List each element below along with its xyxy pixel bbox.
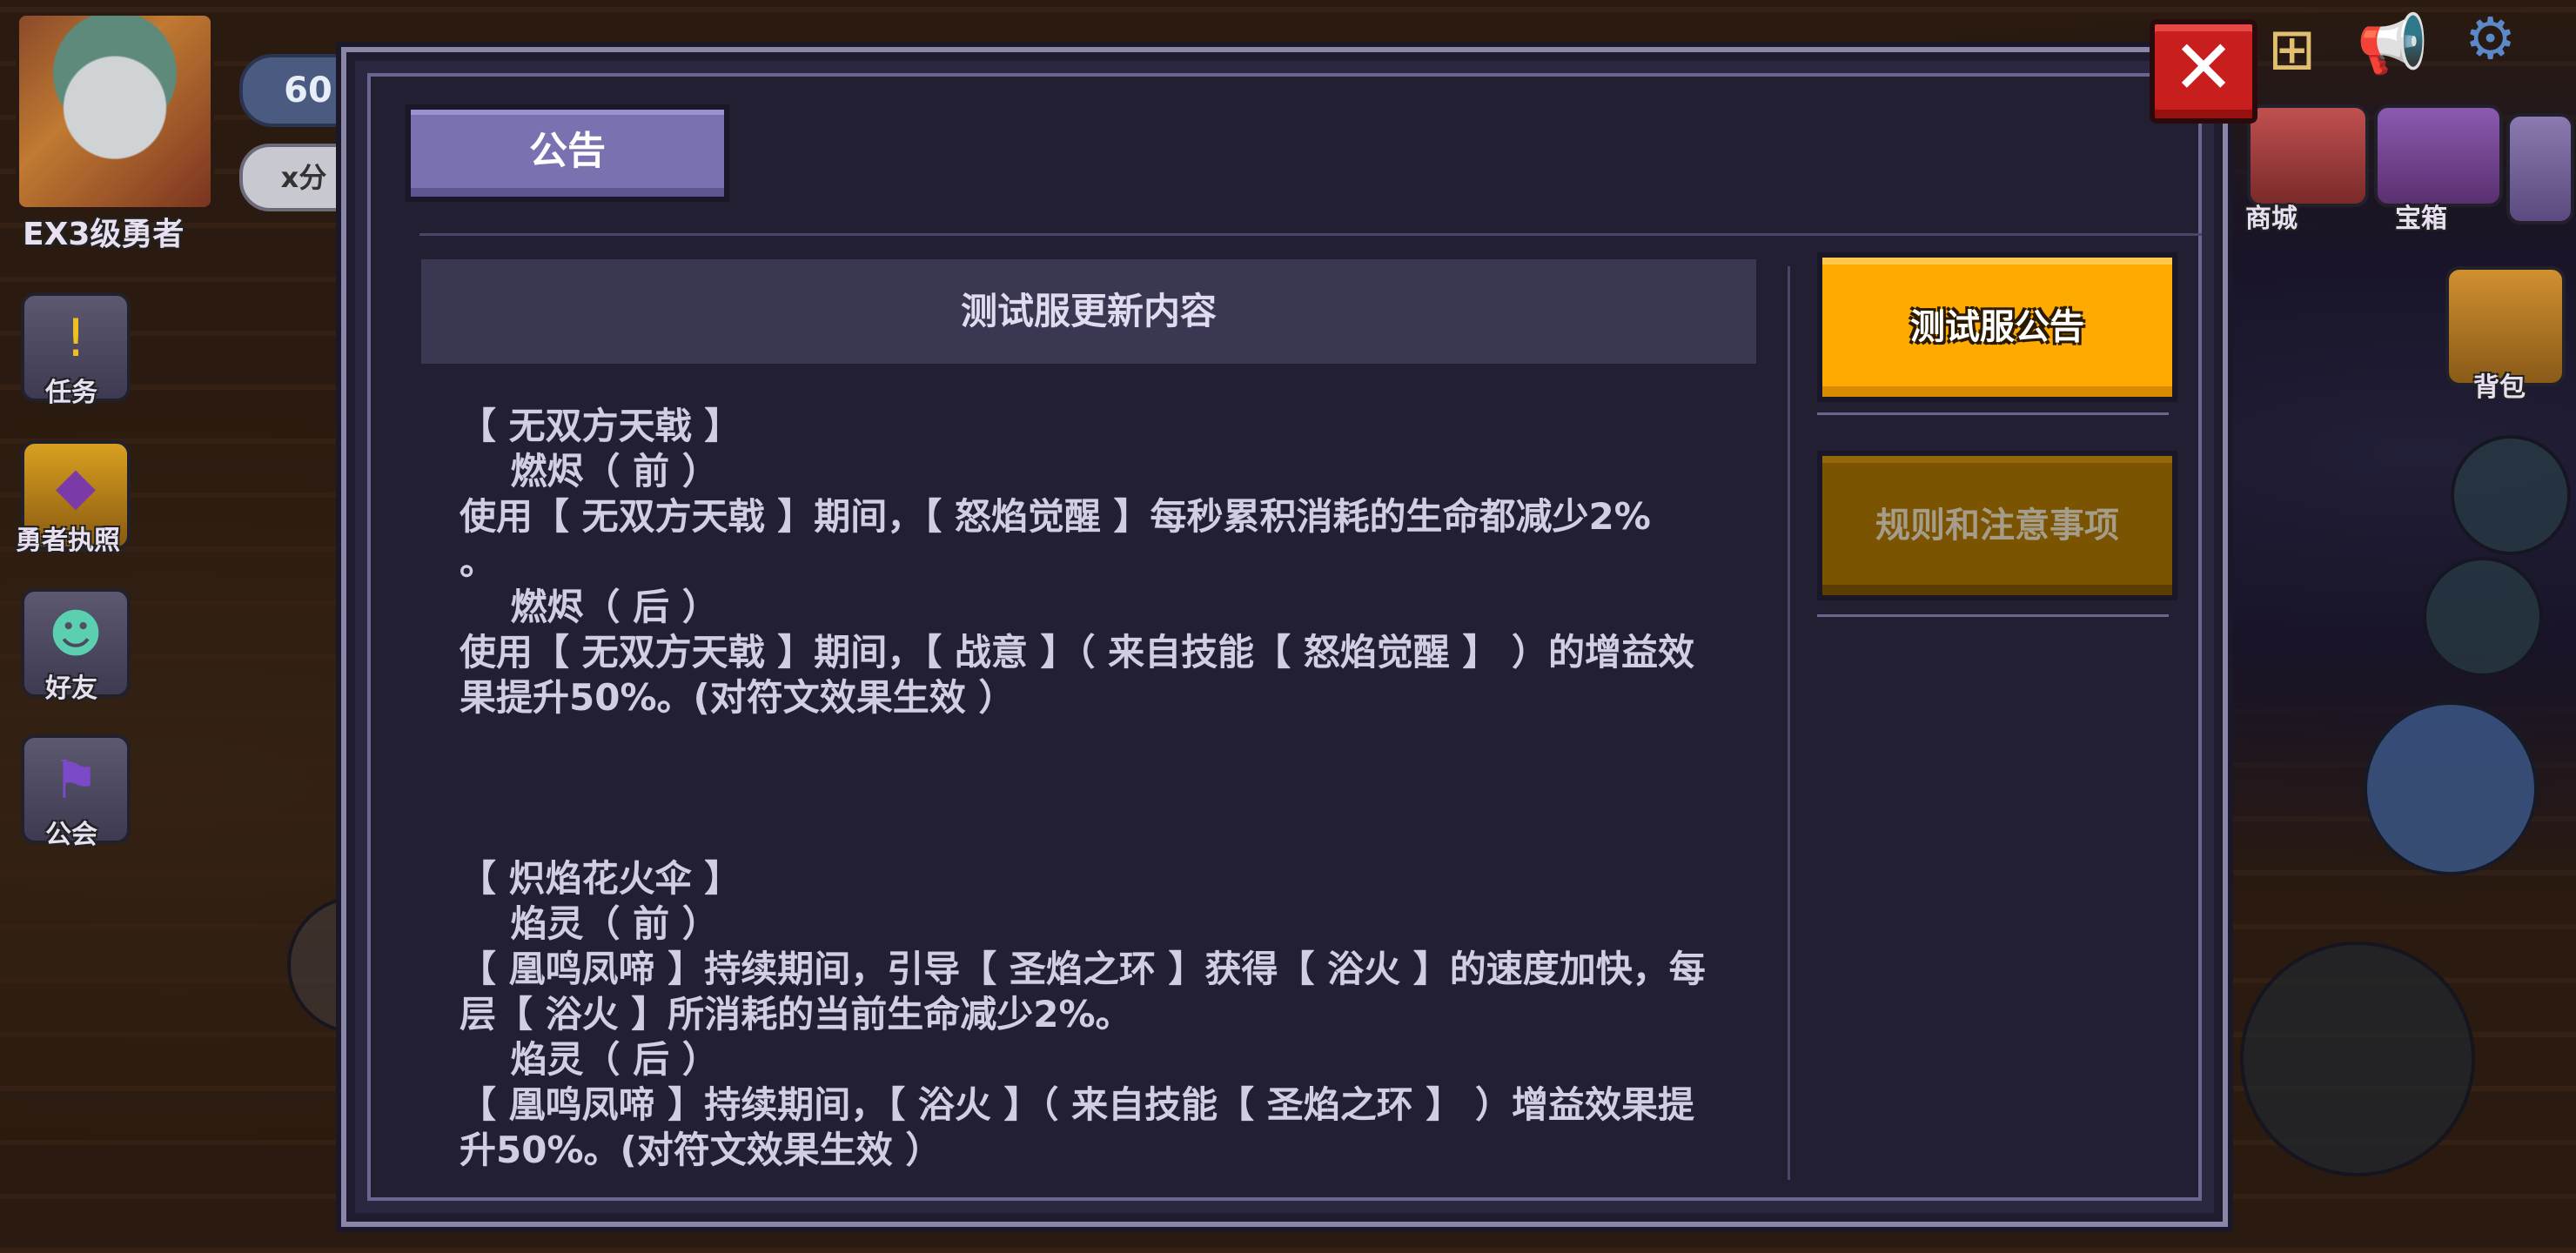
announcement-line: 。: [460, 540, 497, 583]
announcement-line: 【 凰鸣凤啼 】持续期间，【 浴火 】（ 来自技能【 圣焰之环 】 ）增益效果提: [460, 1083, 1694, 1126]
announcement-body-text[interactable]: 【 无双方天戟 】 燃烬（ 前 ）使用【 无双方天戟 】期间，【 怒焰觉醒 】每…: [460, 404, 1739, 1169]
content-title: 测试服更新内容: [421, 259, 1756, 364]
sidebar-divider: [1817, 412, 2169, 415]
sidebar-tab-test-server-notice[interactable]: 测试服公告: [1817, 252, 2177, 402]
header-divider: [419, 233, 2202, 236]
announcement-line: 使用【 无双方天戟 】期间，【 战意 】（ 来自技能【 怒焰觉醒 】 ）的增益效: [460, 631, 1694, 673]
announcement-line: 燃烬（ 后 ）: [460, 586, 719, 628]
announcement-line: 焰灵（ 前 ）: [460, 902, 719, 945]
announcement-line: 层【 浴火 】所消耗的当前生命减少2%。: [460, 993, 1132, 1035]
announcement-line: 燃烬（ 前 ）: [460, 450, 719, 492]
close-button[interactable]: ✕: [2150, 19, 2257, 124]
announcement-line: 使用【 无双方天戟 】期间，【 怒焰觉醒 】每秒累积消耗的生命都减少2%: [460, 495, 1651, 538]
announcement-line: 【 凰鸣凤啼 】持续期间，引导【 圣焰之环 】获得【 浴火 】的速度加快，每: [460, 948, 1706, 990]
announcement-line: 【 炽焰花火伞 】: [460, 857, 741, 900]
vertical-divider: [1788, 266, 1790, 1180]
announcement-line: 【 无双方天戟 】: [460, 405, 741, 447]
announcement-line: 升50%。(对符文效果生效 ）: [460, 1129, 943, 1169]
announcement-content-panel: 测试服更新内容 【 无双方天戟 】 燃烬（ 前 ）使用【 无双方天戟 】期间，【…: [421, 259, 1756, 1182]
tab-announcement[interactable]: 公告: [406, 104, 729, 202]
announcement-line: 焰灵（ 后 ）: [460, 1038, 719, 1081]
sidebar-tab-rules[interactable]: 规则和注意事项: [1817, 451, 2177, 600]
announcement-line: 果提升50%。(对符文效果生效 ）: [460, 676, 1016, 719]
sidebar-divider: [1817, 614, 2169, 617]
announcement-dialog: 公告 测试服更新内容 【 无双方天戟 】 燃烬（ 前 ）使用【 无双方天戟 】期…: [341, 47, 2228, 1227]
